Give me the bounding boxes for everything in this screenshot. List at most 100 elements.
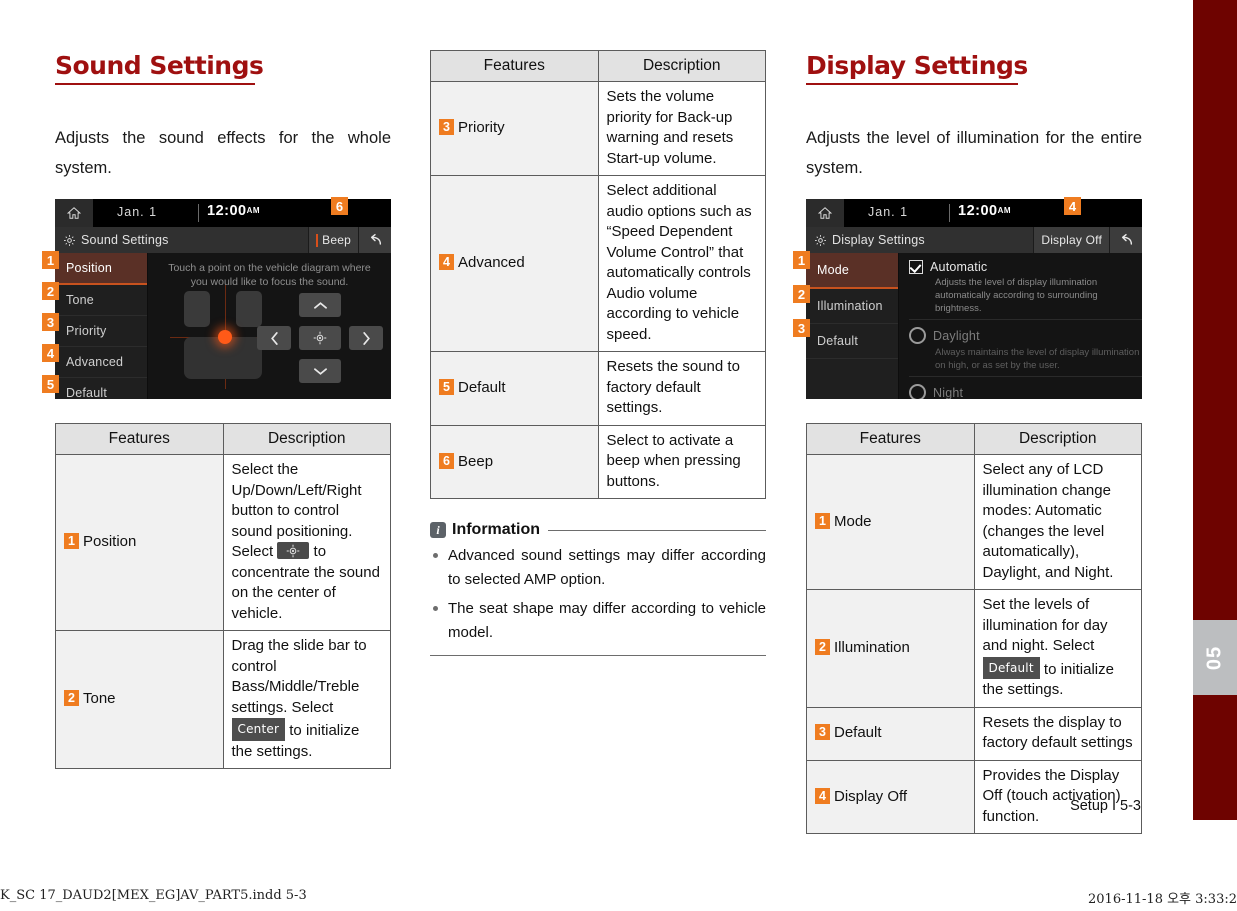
table-row: 1 Mode Select any of LCD illumination cha… [806,454,1142,590]
back-button[interactable] [1109,227,1142,253]
position-center-button[interactable] [299,326,341,350]
option-label: Automatic [930,260,988,274]
intro-text-sound: Adjusts the sound effects for the whole … [55,129,391,177]
device-title-bar: Display Settings Display Off [806,227,1142,253]
device-body: Position Tone Priority Advanced Default … [55,253,391,399]
feature-label: Position [83,533,137,551]
description-cell-tone: Drag the slide bar to control Bass/Middl… [222,630,391,769]
menu-label: Default [817,334,859,348]
information-header: i Information [430,521,766,539]
position-left-button[interactable] [257,326,291,350]
column-header-features: Features [430,50,599,82]
feature-number: 3 [439,119,454,136]
menu-item-position[interactable]: Position [55,253,147,285]
option-row: Daylight [909,327,1142,344]
description-part-2: Select [1052,637,1095,654]
checkbox-checked-icon[interactable] [909,260,923,274]
description-cell-display-off: Provides the Display Off (touch activati… [973,759,1142,834]
callout-badge-3: 3 [42,313,59,331]
column-header-description: Description [597,50,766,82]
position-down-button[interactable] [299,359,341,383]
feature-cell-default: 5 Default [430,351,599,426]
menu-label: Position [66,261,113,275]
option-label: Daylight [933,328,980,343]
display-off-button-label: Display Off [1041,233,1102,247]
intro-text-display: Adjusts the level of illumination for th… [806,129,1142,177]
information-bottom-rule [430,655,766,656]
column-header-description: Description [222,423,391,455]
sound-focus-hint: Touch a point on the vehicle diagram whe… [168,262,371,288]
menu-item-tone[interactable]: Tone [55,285,147,316]
description-cell-default: Resets the sound to factory default sett… [597,351,766,426]
table-row: 4 Display Off Provides the Display Off (t… [806,759,1142,834]
feature-cell-advanced: 4 Advanced [430,175,599,352]
menu-item-mode[interactable]: Mode [806,253,898,289]
feature-number: 4 [439,254,454,271]
information-list: Advanced sound settings may differ accor… [430,544,766,645]
status-time: 12:00AM [958,203,1011,219]
home-icon[interactable] [55,199,93,227]
position-right-button[interactable] [349,326,383,350]
status-divider [198,204,199,222]
device-status-bar: Jan. 1 12:00AM [806,199,1142,227]
print-file-name: K_SC 17_DAUD2[MEX_EG]AV_PART5.indd 5-3 [0,888,307,903]
display-off-button[interactable]: Display Off [1033,227,1109,253]
device-body: Mode Illumination Default Automatic Adju… [806,253,1142,399]
table-row: 3 Priority Sets the volume priority for B… [430,81,766,176]
feature-label: Mode [834,512,872,530]
display-device-screenshot-wrap: Jan. 1 12:00AM Display Settings Display … [793,197,1142,399]
column-sound-continued: Features Description 3 Priority Sets the … [430,50,766,656]
feature-cell-default: 3 Default [806,706,975,761]
device-screen-title: Display Settings [832,233,925,247]
radio-unselected-icon[interactable] [909,327,926,344]
menu-label: Mode [817,263,850,277]
menu-label: Illumination [817,299,883,313]
radio-unselected-icon[interactable] [909,384,926,399]
option-night[interactable]: Night Always maintains the level of disp… [899,377,1142,399]
gear-icon [63,234,76,247]
description-cell-beep: Select to activate a beep when pressing … [597,424,766,499]
description-part-1: Select the Up/Down/Left/Right button to … [231,461,362,540]
home-icon[interactable] [806,199,844,227]
option-daylight[interactable]: Daylight Always maintains the level of d… [899,320,1142,376]
description-cell-illumination: Set the levels of illumination for day a… [973,589,1142,708]
device-side-menu: Position Tone Priority Advanced Default [55,253,148,399]
status-date: Jan. 1 [117,205,158,219]
description-cell-advanced: Select additional audio options such as … [597,175,766,352]
position-up-button[interactable] [299,293,341,317]
device-title-bar-actions: Beep [308,227,391,253]
device-content-sound: Touch a point on the vehicle diagram whe… [148,253,391,399]
center-button-reference: Center [231,718,286,741]
table-header-row: Features Description [55,423,391,455]
menu-item-default[interactable]: Default [55,378,147,399]
feature-label: Priority [458,119,505,137]
sound-focus-point[interactable] [218,330,232,344]
callout-badge-4: 4 [1064,197,1081,215]
device-title-bar: Sound Settings Beep [55,227,391,253]
information-rule [548,529,766,531]
column-header-features: Features [806,423,975,455]
page-title-display: Display Settings [806,51,1028,80]
menu-item-priority[interactable]: Priority [55,316,147,347]
column-sound-settings: Sound Settings Adjusts the sound effects… [42,50,391,769]
menu-item-illumination[interactable]: Illumination [806,289,898,324]
table-row: 4 Advanced Select additional audio option… [430,175,766,352]
seat-front-left [184,291,210,327]
table-header-row: Features Description [430,50,766,82]
back-button[interactable] [358,227,391,253]
option-automatic[interactable]: Automatic Adjusts the level of display i… [899,253,1142,319]
callout-badge-1: 1 [793,251,810,269]
beep-toggle-button[interactable]: Beep [308,227,358,253]
feature-number: 5 [439,379,454,395]
description-part-2: Select [231,543,274,560]
menu-item-advanced[interactable]: Advanced [55,347,147,378]
print-timestamp: 2016-11-18 오후 3:33:2 [1088,892,1237,907]
feature-number: 2 [815,639,830,655]
feature-number: 1 [64,533,79,550]
menu-item-default[interactable]: Default [806,324,898,359]
feature-number: 6 [439,452,454,469]
feature-label: Tone [83,690,116,708]
page-title-sound: Sound Settings [55,51,264,80]
table-row: 6 Beep Select to activate a beep when pre… [430,424,766,499]
sound-device-screenshot-wrap: Jan. 1 12:00AM Sound Settings Beep Posit… [42,197,391,399]
